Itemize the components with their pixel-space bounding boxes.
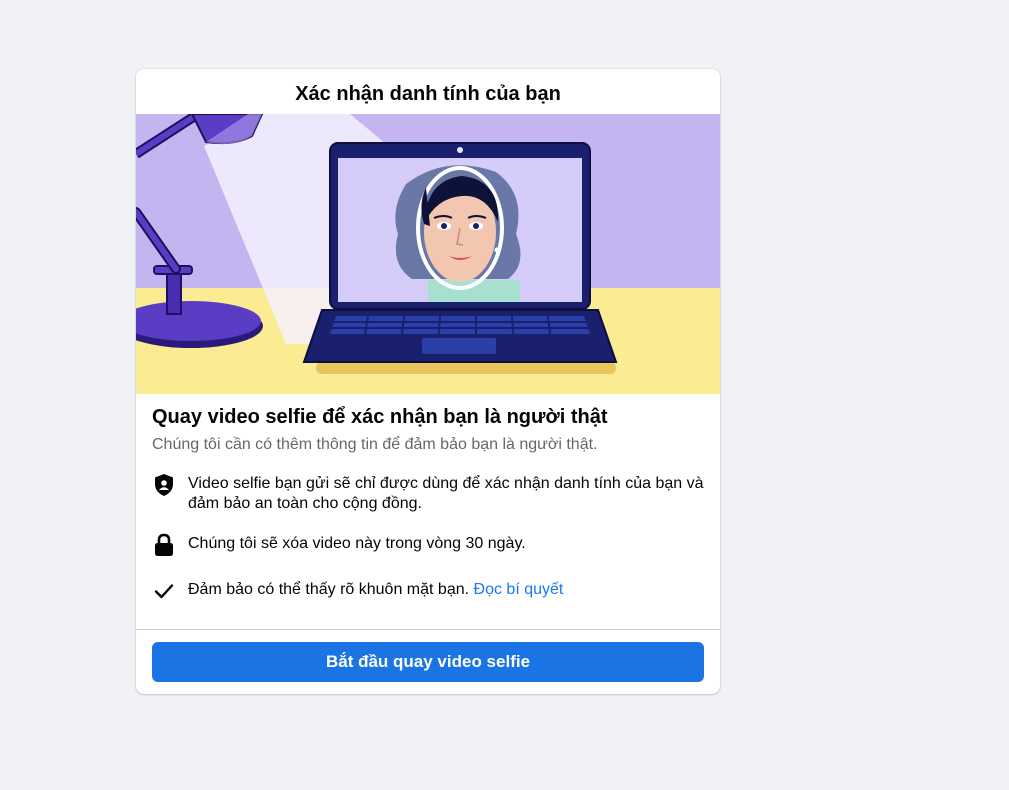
start-selfie-video-button[interactable]: Bắt đầu quay video selfie: [152, 642, 704, 682]
footer-divider: [136, 629, 720, 630]
info-text-face: Đảm bảo có thể thấy rõ khuôn mặt bạn. Đọ…: [188, 579, 704, 600]
dialog-header: Xác nhận danh tính của bạn: [136, 69, 720, 114]
headline: Quay video selfie để xác nhận bạn là ngư…: [152, 406, 608, 428]
info-text-privacy: Video selfie bạn gửi sẽ chỉ được dùng để…: [188, 475, 704, 512]
lock-icon: [152, 533, 176, 557]
info-item-delete: Chúng tôi sẽ xóa video này trong vòng 30…: [152, 533, 704, 557]
subtext: Chúng tôi cần có thêm thông tin để đảm b…: [152, 436, 598, 453]
selfie-illustration: [136, 114, 720, 394]
dialog-title: Xác nhận danh tính của bạn: [295, 83, 561, 105]
info-item-privacy: Video selfie bạn gửi sẽ chỉ được dùng để…: [152, 473, 704, 514]
info-list: Video selfie bạn gửi sẽ chỉ được dùng để…: [152, 473, 704, 603]
checkmark-icon: [152, 579, 176, 603]
identity-verification-dialog: Xác nhận danh tính của bạn Quay video se…: [136, 69, 720, 694]
info-item-face: Đảm bảo có thể thấy rõ khuôn mặt bạn. Đọ…: [152, 579, 704, 603]
shield-person-icon: [152, 473, 176, 497]
read-tips-link[interactable]: Đọc bí quyết: [474, 581, 564, 598]
info-text-delete: Chúng tôi sẽ xóa video này trong vòng 30…: [188, 535, 526, 552]
dialog-content: Quay video selfie để xác nhận bạn là ngư…: [136, 394, 720, 603]
face-visibility-text: Đảm bảo có thể thấy rõ khuôn mặt bạn.: [188, 581, 470, 598]
